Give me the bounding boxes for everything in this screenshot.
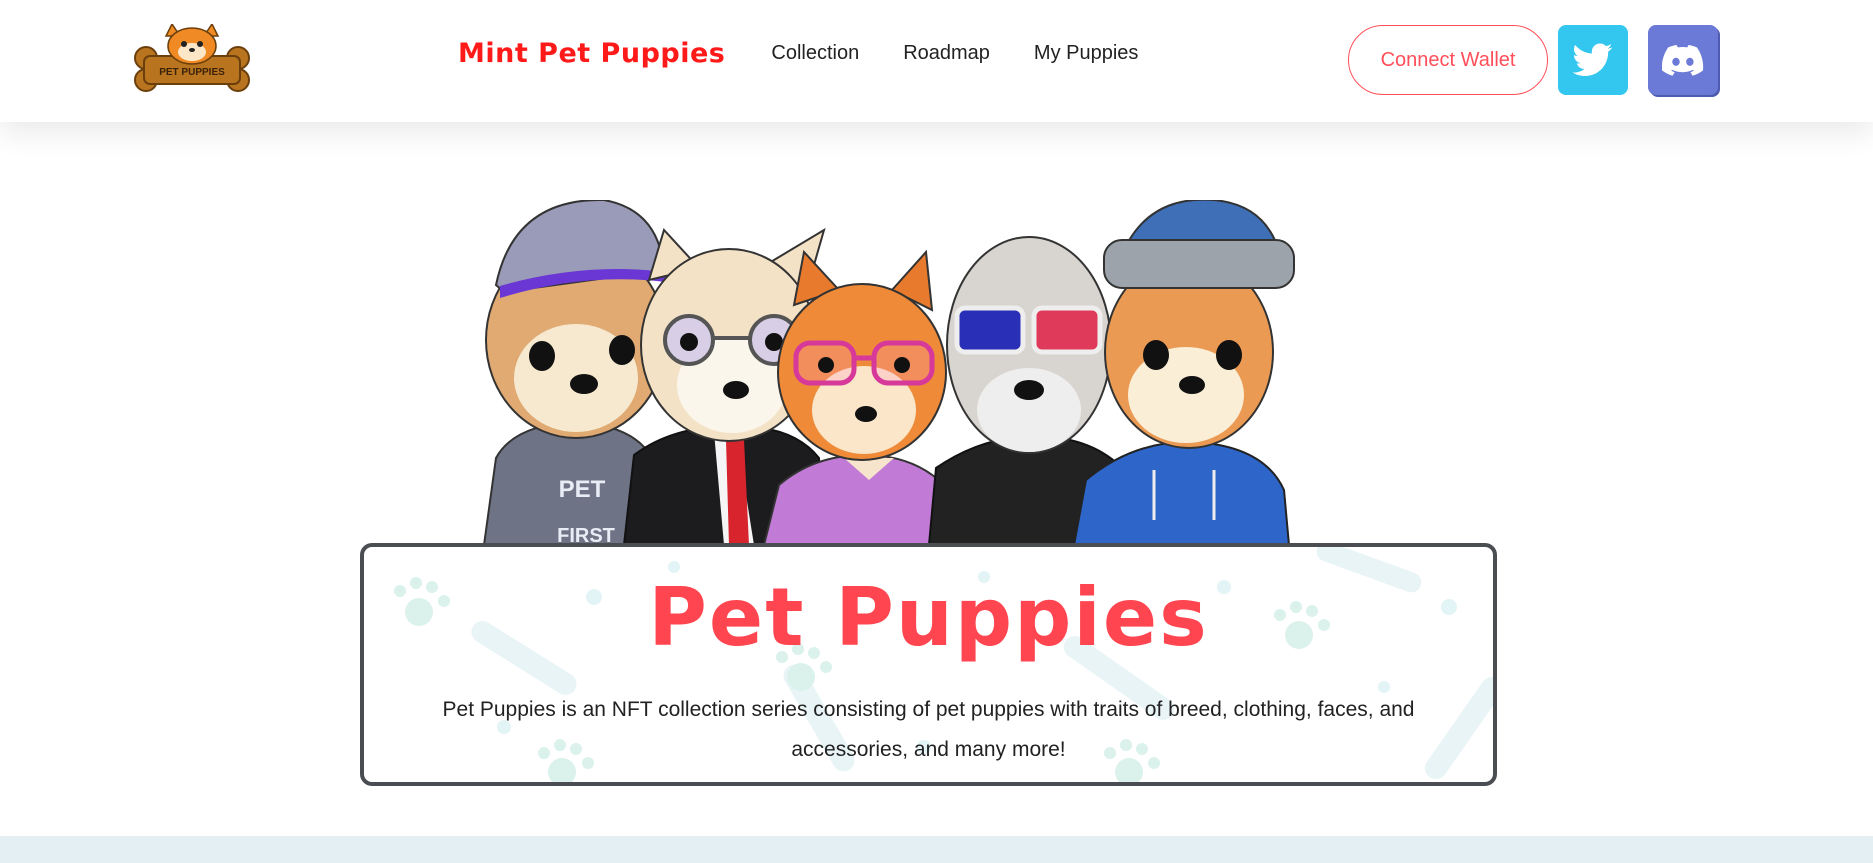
- nav-roadmap[interactable]: Roadmap: [903, 42, 990, 65]
- shirt-text-pet: PET: [559, 476, 606, 503]
- main-nav: Mint Pet Puppies Collection Roadmap My P…: [458, 38, 1182, 69]
- hero-card: Pet Puppies Pet Puppies is an NFT collec…: [360, 543, 1497, 786]
- logo-text: PET PUPPIES: [159, 67, 225, 78]
- site-header: PET PUPPIES Mint Pet Puppies Collection …: [0, 0, 1873, 122]
- connect-wallet-button[interactable]: Connect Wallet: [1348, 25, 1548, 95]
- hero-description: Pet Puppies is an NFT collection series …: [442, 698, 1415, 761]
- discord-icon: [1662, 45, 1704, 76]
- nav-my-puppies[interactable]: My Puppies: [1034, 42, 1139, 65]
- twitter-button[interactable]: [1558, 25, 1628, 95]
- shirt-text-first: FIRST: [557, 525, 615, 545]
- discord-button[interactable]: [1648, 25, 1718, 95]
- twitter-icon: [1573, 43, 1613, 76]
- nav-mint-pet-puppies[interactable]: Mint Pet Puppies: [458, 38, 725, 69]
- puppies-illustration: PET FIRST: [482, 200, 1295, 545]
- next-section-band: [0, 836, 1873, 863]
- nav-collection[interactable]: Collection: [771, 42, 859, 65]
- pet-puppies-logo[interactable]: PET PUPPIES: [132, 24, 252, 96]
- puppy-beanie: [1072, 200, 1295, 545]
- hero-title: Pet Puppies: [648, 571, 1209, 664]
